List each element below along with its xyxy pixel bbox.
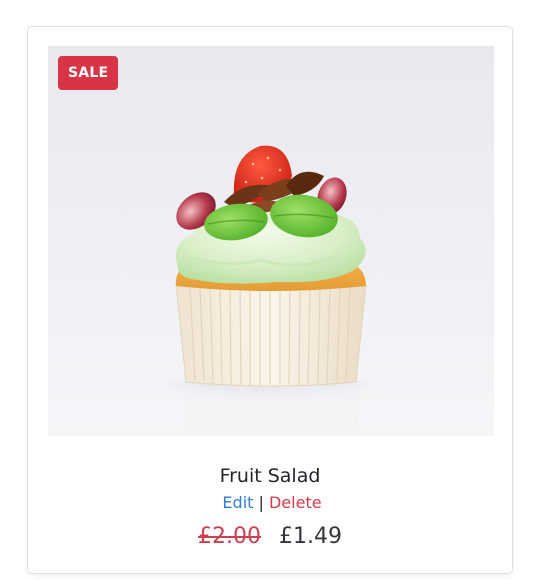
action-separator: | xyxy=(258,493,264,512)
card-body: Fruit Salad Edit | Delete £2.00 £1.49 xyxy=(28,436,512,552)
price-row: £2.00 £1.49 xyxy=(28,522,512,552)
cupcake-illustration xyxy=(158,145,378,431)
sale-price: £1.49 xyxy=(279,524,342,549)
product-card: SALE Fruit Salad Edit | Delete £2.00 £1.4… xyxy=(27,26,513,574)
product-actions: Edit | Delete xyxy=(28,492,512,514)
product-image: SALE xyxy=(48,46,494,436)
original-price: £2.00 xyxy=(198,524,261,549)
edit-link[interactable]: Edit xyxy=(222,493,253,512)
delete-link[interactable]: Delete xyxy=(269,493,322,512)
sale-badge: SALE xyxy=(58,56,119,90)
product-title: Fruit Salad xyxy=(219,465,321,487)
